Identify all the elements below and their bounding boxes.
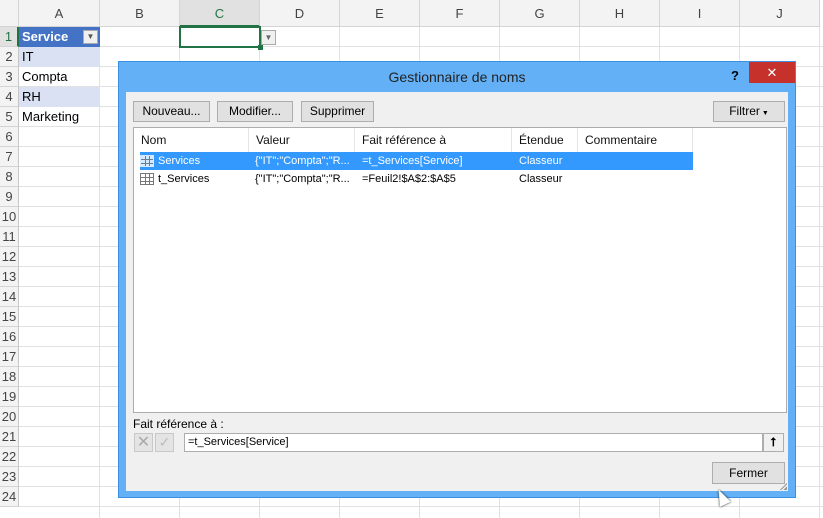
column-header-B[interactable]: B: [100, 0, 180, 27]
row-header-5[interactable]: 5: [0, 107, 19, 127]
row-header-3[interactable]: 3: [0, 67, 19, 87]
column-header-C[interactable]: C: [180, 0, 260, 27]
cell-a3[interactable]: Compta: [19, 67, 100, 87]
cell-a2[interactable]: IT: [19, 47, 100, 67]
column-header-D[interactable]: D: [260, 0, 340, 27]
column-header-G[interactable]: G: [500, 0, 580, 27]
col-header-value[interactable]: Valeur: [249, 128, 355, 152]
name-manager-dialog: Gestionnaire de noms ? ✕ Nouveau... Modi…: [118, 61, 796, 498]
upload-arrow-icon: ⭡: [770, 435, 777, 449]
row-header-13[interactable]: 13: [0, 267, 19, 287]
row-header-18[interactable]: 18: [0, 367, 19, 387]
table-icon: [140, 173, 154, 185]
row-header-1[interactable]: 1: [0, 27, 19, 47]
gridline: [819, 27, 820, 518]
row-header-21[interactable]: 21: [0, 427, 19, 447]
row-header-17[interactable]: 17: [0, 347, 19, 367]
filter-button[interactable]: Filtrer ▼: [713, 101, 785, 122]
filter-dropdown-button[interactable]: ▼: [83, 30, 98, 44]
row-header-23[interactable]: 23: [0, 467, 19, 487]
gridline: [19, 506, 823, 507]
cancel-x-icon[interactable]: ✕: [134, 433, 153, 452]
list-item[interactable]: t_Services {"IT";"Compta";"R... =Feuil2!…: [140, 170, 693, 188]
close-button[interactable]: ✕: [749, 62, 795, 83]
col-header-ref[interactable]: Fait référence à: [355, 128, 512, 152]
close-dialog-button[interactable]: Fermer: [712, 462, 785, 484]
col-header-name[interactable]: Nom: [134, 128, 249, 152]
check-icon[interactable]: ✓: [155, 433, 174, 452]
cell-a4[interactable]: RH: [19, 87, 100, 107]
cell-a5[interactable]: Marketing: [19, 107, 100, 127]
collapse-dialog-button[interactable]: ⭡: [763, 433, 784, 452]
row-header-12[interactable]: 12: [0, 247, 19, 267]
select-all-corner[interactable]: [0, 0, 19, 27]
column-header-E[interactable]: E: [340, 0, 420, 27]
edit-button[interactable]: Modifier...: [217, 101, 293, 122]
row-header-6[interactable]: 6: [0, 127, 19, 147]
row-header-2[interactable]: 2: [0, 47, 19, 67]
row-header-24[interactable]: 24: [0, 487, 19, 507]
row-header-14[interactable]: 14: [0, 287, 19, 307]
ref-input[interactable]: =t_Services[Service]: [184, 433, 763, 452]
row-header-8[interactable]: 8: [0, 167, 19, 187]
delete-button[interactable]: Supprimer: [301, 101, 374, 122]
row-header-4[interactable]: 4: [0, 87, 19, 107]
column-header-A[interactable]: A: [19, 0, 100, 27]
help-button[interactable]: ?: [725, 66, 745, 86]
gridline: [19, 46, 823, 47]
table-icon: [140, 155, 154, 167]
row-header-16[interactable]: 16: [0, 327, 19, 347]
row-header-11[interactable]: 11: [0, 227, 19, 247]
new-button[interactable]: Nouveau...: [133, 101, 210, 122]
fill-handle[interactable]: [258, 45, 263, 50]
row-header-15[interactable]: 15: [0, 307, 19, 327]
filter-label: Filtrer: [729, 104, 760, 118]
column-header-I[interactable]: I: [660, 0, 740, 27]
validation-dropdown-button[interactable]: ▼: [261, 30, 276, 45]
row-header-19[interactable]: 19: [0, 387, 19, 407]
col-header-scope[interactable]: Étendue: [512, 128, 578, 152]
row-header-9[interactable]: 9: [0, 187, 19, 207]
row-header-22[interactable]: 22: [0, 447, 19, 467]
column-header-J[interactable]: J: [740, 0, 820, 27]
row-header-20[interactable]: 20: [0, 407, 19, 427]
row-header-10[interactable]: 10: [0, 207, 19, 227]
row-header-7[interactable]: 7: [0, 147, 19, 167]
names-list[interactable]: Nom Valeur Fait référence à Étendue Comm…: [133, 127, 787, 413]
column-header-H[interactable]: H: [580, 0, 660, 27]
selected-cell-c1[interactable]: [179, 26, 261, 48]
dialog-title: Gestionnaire de noms: [388, 69, 526, 85]
ref-label: Fait référence à :: [133, 417, 224, 431]
chevron-down-icon: ▼: [759, 110, 769, 117]
list-item[interactable]: Services {"IT";"Compta";"R... =t_Service…: [140, 152, 693, 170]
column-header-F[interactable]: F: [420, 0, 500, 27]
col-header-comment[interactable]: Commentaire: [578, 128, 693, 152]
resize-grip-icon[interactable]: [779, 482, 787, 490]
